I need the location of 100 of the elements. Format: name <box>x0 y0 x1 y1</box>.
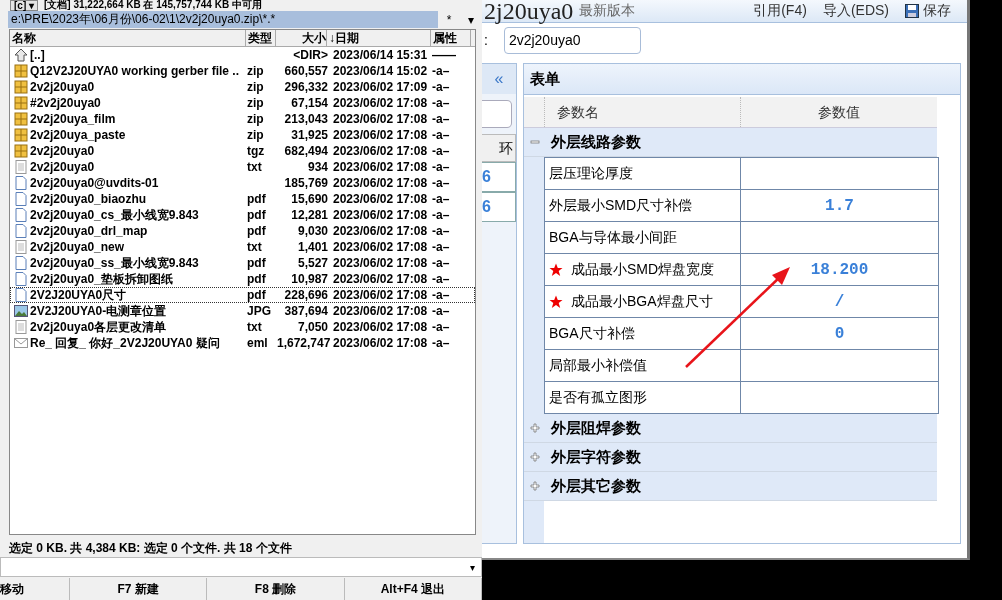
file-date: 2023/06/02 17:08 <box>332 128 429 142</box>
file-row[interactable]: [..] <DIR> 2023/06/14 15:31 —— <box>10 47 475 63</box>
parameter-value[interactable]: 1.7 <box>825 196 854 215</box>
toolbar-button[interactable]: 导入(EDS) <box>822 2 889 20</box>
file-type: zip <box>247 112 265 126</box>
parameter-name: 层压理论厚度 <box>549 164 633 183</box>
file-row[interactable]: 2v2j20uya0@uvdits-01 185,769 2023/06/02 17:08 -a– <box>10 175 475 191</box>
column-header[interactable]: 大小 <box>276 30 327 46</box>
parameter-value[interactable]: 0 <box>834 324 845 343</box>
file-type: zip <box>247 80 265 94</box>
path-button[interactable]: ▾ <box>460 12 482 27</box>
file-type: zip <box>247 96 265 110</box>
parameter-value[interactable]: / <box>834 292 845 311</box>
window-title: 2j20uya0 <box>484 0 574 25</box>
archive-icon <box>14 128 28 142</box>
file-row[interactable]: 2v2j20uya_paste zip 31,925 2023/06/02 17:08 -a– <box>10 127 475 143</box>
path-bar: e:\PRE\2023年\06月份\06-02\1\2v2j20uya0.zip\*.* <box>8 11 438 28</box>
parameter-name: BGA与导体最小间距 <box>549 228 677 247</box>
file-name: 2v2j20uya0_biaozhu <box>30 192 147 206</box>
file-size: 10,987 <box>290 272 328 286</box>
column-header[interactable]: 参数名 <box>544 97 740 127</box>
collapse-icon[interactable] <box>530 137 540 147</box>
file-row[interactable]: 2v2j20uya0 txt 934 2023/06/02 17:08 -a– <box>10 159 475 175</box>
file-row[interactable]: 2v2j20uya0_垫板拆卸图纸 pdf 10,987 2023/06/02 17:08 -a– <box>10 271 475 287</box>
column-header[interactable]: 属性 <box>431 30 471 46</box>
save-icon <box>905 4 919 18</box>
file-attributes: -a– <box>432 64 451 78</box>
archive-icon <box>14 144 28 158</box>
parameter-name: 成品最小BGA焊盘尺寸 <box>571 292 713 311</box>
file-date: 2023/06/02 17:08 <box>332 224 429 238</box>
file-row[interactable]: 2V2J20UYA0-电测章位置 JPG 387,694 2023/06/02 17:08 -a– <box>10 303 475 319</box>
document-icon <box>14 176 28 190</box>
path-button[interactable]: * <box>438 12 460 27</box>
file-size: 934 <box>306 160 328 174</box>
file-size: 185,769 <box>283 176 328 190</box>
name-input-field[interactable]: 2v2j20uya0 <box>503 26 641 54</box>
file-date: 2023/06/02 17:08 <box>332 336 429 350</box>
up-folder-icon <box>14 48 28 62</box>
column-header[interactable]: 名称 <box>10 30 246 46</box>
file-name: Re_ 回复_ 你好_2V2J20UYA0 疑问 <box>30 334 220 352</box>
file-attributes: -a– <box>432 320 451 334</box>
column-header[interactable]: ↓日期 <box>327 30 431 46</box>
file-name: Q12V2J20UYA0 working gerber file .. <box>30 64 239 78</box>
file-name: 2v2j20uya0_drl_map <box>30 224 148 238</box>
file-name: 2v2j20uya0 <box>30 80 95 94</box>
file-row[interactable]: 2v2j20uya0_biaozhu pdf 15,690 2023/06/02 17:08 -a– <box>10 191 475 207</box>
archive-icon <box>14 64 28 78</box>
file-size: 12,281 <box>290 208 328 222</box>
file-size: 15,690 <box>290 192 328 206</box>
file-date: 2023/06/02 17:08 <box>332 208 429 222</box>
save-button[interactable]: 保存 <box>905 2 951 20</box>
file-date: 2023/06/14 15:02 <box>332 64 429 78</box>
side-tab[interactable]: 环 <box>482 134 516 162</box>
file-row[interactable]: Q12V2J20UYA0 working gerber file .. zip 660,557 2023/06/14 15:02 -a– <box>10 63 475 79</box>
file-date: 2023/06/02 17:08 <box>332 288 429 302</box>
file-size: 7,050 <box>296 320 328 334</box>
file-type: pdf <box>247 272 267 286</box>
collapse-button[interactable]: « <box>482 64 516 94</box>
expand-icon[interactable] <box>530 423 540 433</box>
file-row[interactable]: 2v2j20uya0_new txt 1,401 2023/06/02 17:08 -a– <box>10 239 475 255</box>
file-date: 2023/06/02 17:08 <box>332 304 429 318</box>
column-header[interactable]: 参数值 <box>740 97 937 127</box>
file-row[interactable]: 2V2J20UYA0尺寸 pdf 228,696 2023/06/02 17:08 -a– <box>10 287 475 303</box>
file-row[interactable]: #2v2j20uya0 zip 67,154 2023/06/02 17:08 -a– <box>10 95 475 111</box>
file-name: 2v2j20uya0_垫板拆卸图纸 <box>30 270 173 288</box>
file-row[interactable]: 2v2j20uya0_drl_map pdf 9,030 2023/06/02 17:08 -a– <box>10 223 475 239</box>
side-field[interactable] <box>482 100 512 128</box>
file-type: pdf <box>247 288 267 302</box>
column-header[interactable]: 类型 <box>246 30 276 46</box>
expand-icon[interactable] <box>530 481 540 491</box>
file-attributes: -a– <box>432 176 451 190</box>
file-type: pdf <box>247 208 267 222</box>
file-name: 2v2j20uya0 <box>30 160 95 174</box>
file-row[interactable]: 2v2j20uya_film zip 213,043 2023/06/02 17:08 -a– <box>10 111 475 127</box>
file-name: 2v2j20uya0各层更改清单 <box>30 318 167 336</box>
document-icon <box>14 192 28 206</box>
file-type: tgz <box>247 144 266 158</box>
file-attributes: -a– <box>432 336 451 350</box>
function-key-button[interactable]: 移动 <box>0 578 70 600</box>
command-line-field[interactable]: ▾ <box>0 557 482 577</box>
toolbar-button[interactable]: 引用(F4) <box>753 2 807 20</box>
file-size: 660,557 <box>283 64 328 78</box>
expand-icon[interactable] <box>530 452 540 462</box>
file-row[interactable]: 2v2j20uya0_ss_最小线宽9.843 pdf 5,527 2023/06/02 17:08 -a– <box>10 255 475 271</box>
parameter-value[interactable]: 18.200 <box>810 260 869 279</box>
version-label: 最新版本 <box>579 2 636 20</box>
file-type: txt <box>247 160 263 174</box>
file-row[interactable]: 2v2j20uya0 zip 296,332 2023/06/02 17:09 -a– <box>10 79 475 95</box>
file-attributes: -a– <box>432 208 451 222</box>
file-date: 2023/06/02 17:08 <box>332 192 429 206</box>
file-row[interactable]: Re_ 回复_ 你好_2V2J20UYA0 疑问 eml 1,672,747 2023/06/02 17:08 -a– <box>10 335 475 351</box>
file-row[interactable]: 2v2j20uya0各层更改清单 txt 7,050 2023/06/02 17:08 -a– <box>10 319 475 335</box>
file-date: 2023/06/02 17:08 <box>332 96 429 110</box>
file-attributes: -a– <box>432 272 451 286</box>
file-row[interactable]: 2v2j20uya0 tgz 682,494 2023/06/02 17:08 -a– <box>10 143 475 159</box>
drive-selector[interactable]: [c] ▾ <box>10 0 38 11</box>
file-date: 2023/06/02 17:08 <box>332 176 429 190</box>
file-name: 2v2j20uya0@uvdits-01 <box>30 176 159 190</box>
file-row[interactable]: 2v2j20uya0_cs_最小线宽9.843 pdf 12,281 2023/06/02 17:08 -a– <box>10 207 475 223</box>
file-name: 2v2j20uya0 <box>30 144 95 158</box>
